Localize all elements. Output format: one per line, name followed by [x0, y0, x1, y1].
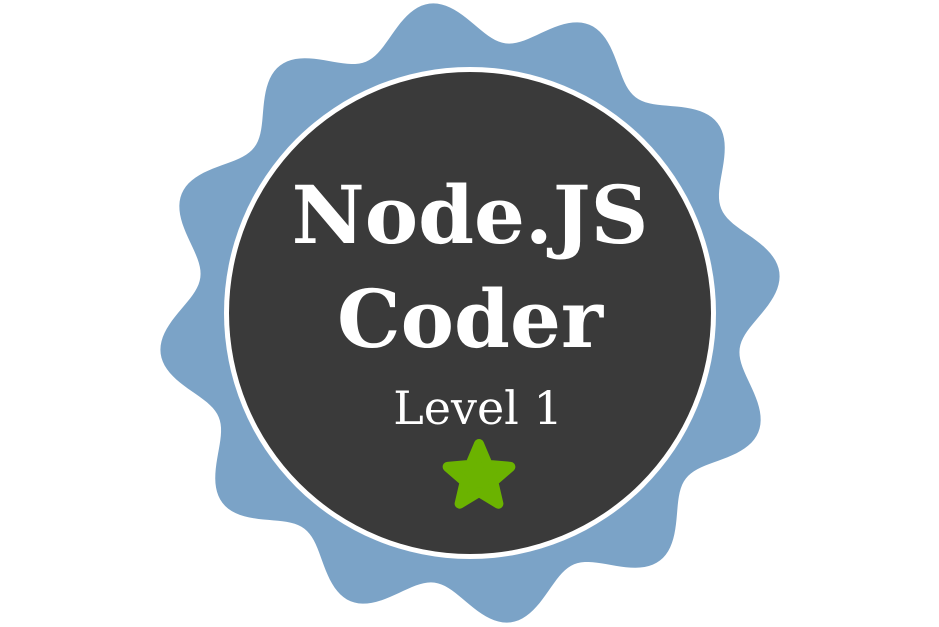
badge: Node.JS Coder Level 1 — [160, 3, 780, 623]
badge-canvas: Node.JS Coder Level 1 — [0, 0, 939, 627]
title-line-2: Coder — [337, 272, 604, 366]
level-label: Level 1 — [393, 381, 563, 435]
title-line-1: Node.JS — [292, 168, 649, 262]
